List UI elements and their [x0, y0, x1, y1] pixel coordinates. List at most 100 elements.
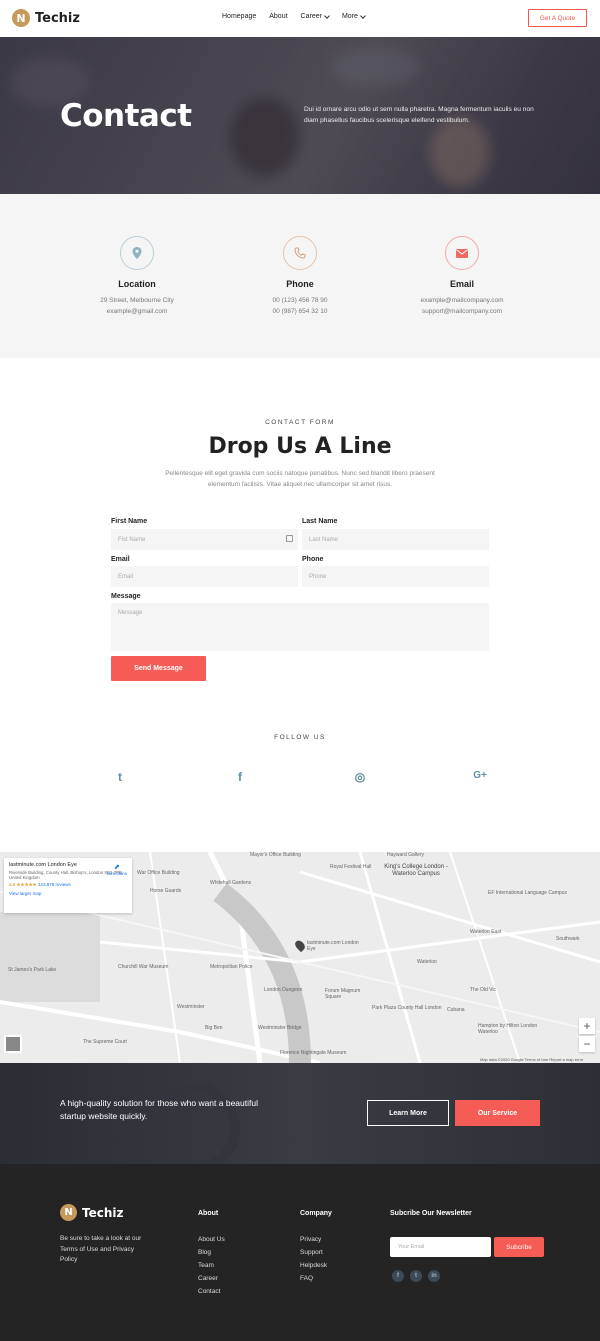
- footer-link-privacy[interactable]: Privacy: [300, 1236, 327, 1249]
- map-label: lastminute.com London Eye: [307, 940, 359, 952]
- cta-text: A high-quality solution for those who wa…: [60, 1098, 258, 1121]
- message-placeholder: Message: [118, 610, 143, 616]
- nav-item-career[interactable]: Career: [301, 12, 330, 20]
- form-eyebrow: CONTACT FORM: [265, 419, 335, 426]
- map-label: Whitehall Gardens: [210, 880, 252, 886]
- info-line: support@mailcompany.com: [421, 308, 503, 315]
- info-line: example@gmail.com: [106, 308, 168, 315]
- newsletter-email-input[interactable]: Your Email: [390, 1237, 491, 1257]
- newsletter-placeholder: Your Email: [398, 1244, 425, 1250]
- view-larger-map-link[interactable]: View larger map: [9, 891, 127, 896]
- first-name-label: First Name: [111, 518, 148, 525]
- facebook-icon[interactable]: f: [230, 770, 250, 784]
- site-header: N Techiz Homepage About Career More Get …: [0, 0, 600, 37]
- footer-link-blog[interactable]: Blog: [198, 1249, 225, 1262]
- first-name-placeholder: Fist Name: [118, 536, 146, 543]
- map-label: Big Ben: [205, 1025, 223, 1031]
- footer-link-support[interactable]: Support: [300, 1249, 327, 1262]
- zoom-out-button[interactable]: −: [579, 1036, 595, 1052]
- directions-icon: ⬈: [114, 864, 120, 871]
- subscribe-button[interactable]: Subcribe: [494, 1237, 544, 1257]
- map-label: Metropolitan Police: [210, 964, 253, 970]
- map-label: St James's Park Lake: [8, 967, 57, 973]
- footer-about-links: About Us Blog Team Career Contact: [198, 1236, 225, 1301]
- footer-link-team[interactable]: Team: [198, 1262, 225, 1275]
- footer-link-contact[interactable]: Contact: [198, 1288, 225, 1301]
- map-label: London Dungeon: [264, 987, 303, 993]
- map-label: Hayward Gallery: [387, 852, 424, 858]
- map-reviews-link[interactable]: 123,878 reviews: [38, 882, 71, 887]
- message-label: Message: [111, 593, 141, 600]
- map-label: King's College London - Waterloo Campus: [384, 864, 448, 877]
- page-title: Contact: [60, 98, 192, 134]
- logo-mark-icon: N: [12, 9, 30, 27]
- embedded-map[interactable]: lastminute.com London Eye Riverside Buil…: [0, 852, 600, 1063]
- map-rating: 4.5 ★★★★★ 123,878 reviews: [9, 882, 71, 887]
- main-nav: Homepage About Career More: [222, 12, 366, 20]
- map-label: Westminster: [177, 1004, 205, 1010]
- directions-button[interactable]: ⬈ Directions: [107, 863, 127, 876]
- google-plus-icon[interactable]: G+: [470, 770, 490, 781]
- footer-company-title: Company: [300, 1210, 332, 1217]
- linkedin-icon[interactable]: in: [428, 1270, 440, 1282]
- learn-more-button[interactable]: Learn More: [367, 1100, 449, 1126]
- email-label: Email: [111, 556, 130, 563]
- last-name-label: Last Name: [302, 518, 338, 525]
- chevron-down-icon: [360, 12, 366, 19]
- first-name-field[interactable]: Fist Name: [111, 529, 298, 550]
- map-label: Hampton by Hilton London Waterloo: [478, 1023, 538, 1035]
- facebook-icon[interactable]: f: [392, 1270, 404, 1282]
- map-label: Westminster Bridge: [258, 1025, 302, 1031]
- footer-link-career[interactable]: Career: [198, 1275, 225, 1288]
- map-place-card: lastminute.com London Eye Riverside Buil…: [4, 858, 132, 913]
- contact-info-email: Email example@mailcompany.com support@ma…: [382, 236, 542, 315]
- map-label: Forum Magnum Square: [325, 988, 361, 1000]
- contact-info-phone: Phone 00 (123) 456 78 90 00 (987) 654 32…: [220, 236, 380, 315]
- contact-card-icon: [286, 535, 293, 542]
- brand-logo[interactable]: N Techiz: [12, 9, 80, 27]
- nav-item-more[interactable]: More: [342, 12, 366, 20]
- cta-banner: A high-quality solution for those who wa…: [0, 1063, 600, 1173]
- contact-info-section: Location 29 Street, Melbourne City examp…: [0, 194, 600, 358]
- phone-label: Phone: [302, 556, 324, 563]
- map-label: EF International Language Campus: [488, 890, 567, 896]
- map-label: Royal Festival Hall: [330, 864, 372, 870]
- newsletter-title: Subcribe Our Newsletter: [390, 1210, 472, 1217]
- footer-brand-name: Techiz: [82, 1205, 124, 1220]
- email-placeholder: Email: [118, 573, 134, 580]
- map-label: Waterloo: [417, 959, 437, 965]
- map-label: Mayor's Office Building: [250, 852, 301, 858]
- location-pin-icon: [120, 236, 154, 270]
- email-field[interactable]: Email: [111, 566, 298, 587]
- follow-title: FOLLOW US: [274, 734, 326, 741]
- footer-link-about-us[interactable]: About Us: [198, 1236, 225, 1249]
- nav-item-about[interactable]: About: [269, 13, 287, 20]
- map-label: Park Plaza County Hall London: [372, 1005, 442, 1011]
- directions-label: Directions: [106, 871, 127, 876]
- map-label: The Supreme Court: [83, 1039, 127, 1045]
- street-view-icon[interactable]: [4, 1035, 22, 1053]
- phone-field[interactable]: Phone: [302, 566, 489, 587]
- our-service-button[interactable]: Our Service: [455, 1100, 540, 1126]
- info-line: example@mailcompany.com: [420, 297, 504, 304]
- twitter-icon[interactable]: t: [110, 770, 130, 784]
- info-title: Phone: [286, 279, 314, 289]
- get-quote-button[interactable]: Get A Quote: [528, 9, 587, 27]
- last-name-field[interactable]: Last Name: [302, 529, 489, 550]
- footer-logo[interactable]: N Techiz: [60, 1204, 123, 1221]
- footer-link-helpdesk[interactable]: Helpdesk: [300, 1262, 327, 1275]
- twitter-icon[interactable]: t: [410, 1270, 422, 1282]
- zoom-in-button[interactable]: +: [579, 1018, 595, 1034]
- footer-company-links: Privacy Support Helpdesk FAQ: [300, 1236, 327, 1288]
- send-message-button[interactable]: Send Message: [111, 656, 206, 681]
- hero-banner: Contact Dui id ornare arcu odio ut sem n…: [0, 37, 600, 194]
- map-attribution: Map data ©2020 Google Terms of Use Repor…: [480, 1057, 584, 1062]
- info-line: 00 (123) 456 78 90: [272, 297, 328, 304]
- map-label: Florence Nightingale Museum: [280, 1050, 347, 1056]
- map-label: War Office Building: [137, 870, 180, 876]
- footer-link-faq[interactable]: FAQ: [300, 1275, 327, 1288]
- info-title: Location: [118, 279, 156, 289]
- nav-item-homepage[interactable]: Homepage: [222, 13, 256, 20]
- instagram-icon[interactable]: ◎: [350, 770, 370, 784]
- message-field[interactable]: Message: [111, 603, 489, 651]
